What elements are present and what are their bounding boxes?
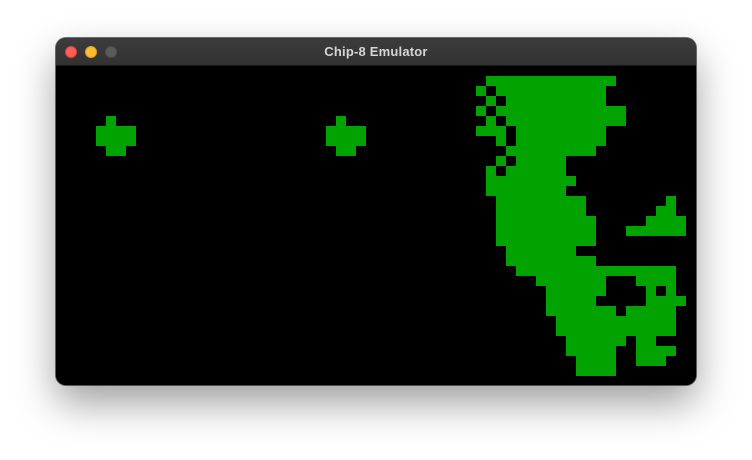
display-pixel-block xyxy=(496,216,596,226)
display-pixel-block xyxy=(506,166,516,176)
display-pixel-block xyxy=(496,226,596,236)
display-pixel-block xyxy=(646,286,656,296)
display-pixel-block xyxy=(636,326,676,336)
display-pixel-block xyxy=(486,166,496,176)
display-pixel-block xyxy=(646,296,686,306)
display-pixel-block xyxy=(496,136,506,146)
display-pixel-block xyxy=(546,306,616,316)
display-pixel-block xyxy=(566,346,616,356)
display-pixel-block xyxy=(666,196,676,206)
display-pixel-block xyxy=(626,306,676,316)
display-pixel-block xyxy=(506,176,576,186)
display-canvas xyxy=(96,76,686,376)
display-pixel-block xyxy=(496,196,586,206)
display-pixel-block xyxy=(536,276,606,286)
display-pixel-block xyxy=(486,186,566,196)
display-pixel-block xyxy=(636,276,676,286)
display-pixel-block xyxy=(496,206,586,216)
display-pixel-block xyxy=(656,206,676,216)
display-pixel-block xyxy=(516,126,606,136)
display-pixel-block xyxy=(636,356,666,366)
display-pixel-block xyxy=(506,146,526,156)
display-pixel-block xyxy=(636,346,676,356)
display-pixel-block xyxy=(486,176,506,186)
display-pixel-block xyxy=(576,356,616,366)
display-pixel-block xyxy=(106,146,126,156)
display-pixel-block xyxy=(116,126,136,136)
display-pixel-block xyxy=(556,326,636,336)
display-pixel-block xyxy=(326,136,366,146)
display-pixel-block xyxy=(516,136,606,146)
title-bar[interactable]: Chip-8 Emulator xyxy=(56,38,696,66)
display-pixel-block xyxy=(476,106,486,116)
display-pixel-block xyxy=(546,286,606,296)
display-pixel-block xyxy=(636,336,656,346)
display-pixel-block xyxy=(506,96,606,106)
display-pixel-block xyxy=(506,256,596,266)
display-pixel-block xyxy=(496,126,506,136)
display-pixel-block xyxy=(496,106,626,116)
display-pixel-block xyxy=(96,126,116,136)
display-pixel-block xyxy=(476,86,486,96)
display-pixel-block xyxy=(106,116,116,126)
display-pixel-block xyxy=(346,126,366,136)
display-pixel-block xyxy=(566,336,626,346)
display-pixel-block xyxy=(486,96,496,106)
display-pixel-block xyxy=(576,366,616,376)
display-pixel-block xyxy=(336,116,346,126)
display-pixel-block xyxy=(496,156,506,166)
emulator-window: Chip-8 Emulator xyxy=(56,38,696,385)
display-pixel-block xyxy=(336,146,356,156)
display-pixel-block xyxy=(506,246,576,256)
display-pixel-block xyxy=(646,216,686,226)
display-pixel-block xyxy=(516,166,566,176)
display-pixel-block xyxy=(556,316,676,326)
display-pixel-block xyxy=(626,226,686,236)
display-pixel-block xyxy=(666,286,676,296)
chip8-display[interactable] xyxy=(56,66,696,385)
display-pixel-block xyxy=(326,126,346,136)
display-pixel-block xyxy=(506,116,626,126)
display-pixel-block xyxy=(496,236,596,246)
display-pixel-block xyxy=(476,126,496,136)
display-pixel-block xyxy=(526,156,566,166)
display-pixel-block xyxy=(96,136,136,146)
display-pixel-block xyxy=(496,86,606,96)
display-pixel-block xyxy=(526,146,596,156)
display-pixel-block xyxy=(486,76,616,86)
display-pixel-block xyxy=(516,156,526,166)
display-pixel-block xyxy=(486,116,496,126)
display-pixel-block xyxy=(546,296,596,306)
window-title: Chip-8 Emulator xyxy=(324,44,428,59)
display-pixel-block xyxy=(516,266,676,276)
